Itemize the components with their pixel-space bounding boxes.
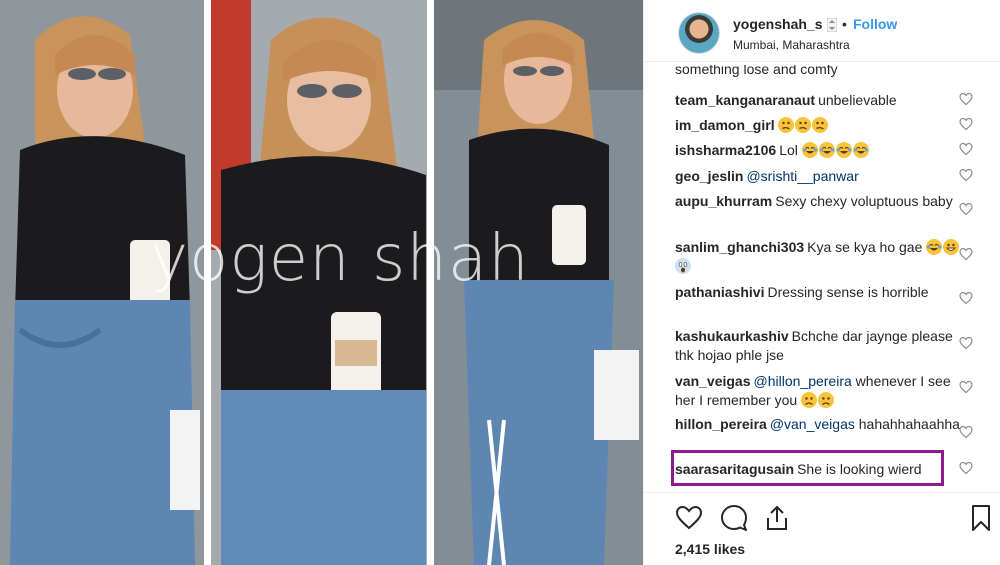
post-location[interactable]: Mumbai, Maharashtra bbox=[733, 38, 850, 52]
comment-like-heart-icon[interactable] bbox=[959, 425, 973, 439]
comment-item: sanlim_ghanchi303 Kya se kya ho gae bbox=[675, 238, 965, 276]
comment-item: van_veigas @hillon_pereira whenever I see… bbox=[675, 372, 965, 410]
comment-item: team_kanganaranaut unbelievable bbox=[675, 91, 965, 110]
comment-username[interactable]: van_veigas bbox=[675, 373, 751, 389]
comment-like-heart-icon[interactable] bbox=[959, 142, 973, 156]
emoji-joy-icon bbox=[801, 142, 818, 158]
comments-list[interactable]: something lose and comfy team_kanganaran… bbox=[644, 62, 1000, 492]
comment-text: Dressing sense is horrible bbox=[767, 284, 929, 300]
emoji-confused-icon bbox=[794, 117, 811, 133]
comment-username[interactable]: sanlim_ghanchi303 bbox=[675, 239, 804, 255]
heart-icon[interactable] bbox=[675, 504, 703, 532]
comment-item: hillon_pereira @van_veigas hahahhahaahha bbox=[675, 415, 965, 434]
emoji-joy-icon bbox=[852, 142, 869, 158]
comment-item: ishsharma2106 Lol bbox=[675, 141, 965, 160]
updown-icon bbox=[827, 18, 837, 32]
comment-username[interactable]: ishsharma2106 bbox=[675, 142, 776, 158]
comment-like-heart-icon[interactable] bbox=[959, 202, 973, 216]
comment-icon[interactable] bbox=[720, 504, 748, 532]
likes-count[interactable]: 2,415 likes bbox=[675, 541, 745, 557]
post-photo[interactable]: yogen shah bbox=[0, 0, 643, 565]
comment-username[interactable]: kashukaurkashiv bbox=[675, 328, 789, 344]
comment-item: im_damon_girl bbox=[675, 116, 965, 135]
comment-item: kashukaurkashiv Bchche dar jaynge please … bbox=[675, 327, 965, 365]
comment-username[interactable]: im_damon_girl bbox=[675, 117, 775, 133]
comment-like-heart-icon[interactable] bbox=[959, 247, 973, 261]
photo-watermark: yogen shah bbox=[150, 222, 530, 296]
comment-username[interactable]: hillon_pereira bbox=[675, 416, 767, 432]
emoji-confused-icon bbox=[777, 117, 794, 133]
comment-username[interactable]: pathaniashivi bbox=[675, 284, 764, 300]
follow-button[interactable]: Follow bbox=[853, 16, 897, 32]
emoji-frown-icon bbox=[818, 392, 835, 408]
comment-text: Sexy chexy voluptuous baby bbox=[775, 193, 953, 209]
comment-like-heart-icon[interactable] bbox=[959, 291, 973, 305]
comment-like-heart-icon[interactable] bbox=[959, 336, 973, 350]
comment-mention[interactable]: @hillon_pereira bbox=[754, 373, 852, 389]
share-icon[interactable] bbox=[763, 504, 791, 532]
comment-like-heart-icon[interactable] bbox=[959, 168, 973, 182]
emoji-grin-icon bbox=[943, 239, 960, 255]
emoji-joy-icon bbox=[835, 142, 852, 158]
emoji-frown-icon bbox=[801, 392, 818, 408]
comment-text: Lol bbox=[779, 142, 798, 158]
comment-item: pathaniashivi Dressing sense is horrible bbox=[675, 283, 965, 302]
comment-item: aupu_khurram Sexy chexy voluptuous baby bbox=[675, 192, 965, 211]
comment-text: unbelievable bbox=[818, 92, 897, 108]
comment-like-heart-icon[interactable] bbox=[959, 117, 973, 131]
comment-like-heart-icon[interactable] bbox=[959, 461, 973, 475]
comment-username[interactable]: geo_jeslin bbox=[675, 168, 743, 184]
post-sidebar: yogenshah_s • Follow Mumbai, Maharashtra… bbox=[643, 0, 1000, 565]
bookmark-icon[interactable] bbox=[967, 504, 995, 532]
emoji-joy-icon bbox=[818, 142, 835, 158]
truncated-comment: something lose and comfy bbox=[675, 62, 838, 77]
comment-mention[interactable]: @srishti__panwar bbox=[746, 168, 858, 184]
comment-text: Kya se kya ho gae bbox=[807, 239, 923, 255]
post-header: yogenshah_s • Follow Mumbai, Maharashtra bbox=[644, 0, 1000, 62]
comment-username[interactable]: team_kanganaranaut bbox=[675, 92, 815, 108]
avatar[interactable] bbox=[678, 12, 720, 54]
emoji-scared-icon bbox=[675, 258, 691, 274]
comment-username[interactable]: aupu_khurram bbox=[675, 193, 772, 209]
comment-highlight-box bbox=[671, 450, 944, 486]
emoji-joy-icon bbox=[926, 239, 943, 255]
post-username[interactable]: yogenshah_s bbox=[733, 16, 822, 32]
comment-mention[interactable]: @van_veigas bbox=[770, 416, 855, 432]
comment-like-heart-icon[interactable] bbox=[959, 92, 973, 106]
comment-like-heart-icon[interactable] bbox=[959, 380, 973, 394]
comment-text: hahahhahaahha bbox=[858, 416, 960, 432]
action-bar: 2,415 likes bbox=[644, 492, 1000, 565]
separator-dot: • bbox=[842, 16, 847, 32]
comment-item: geo_jeslin @srishti__panwar bbox=[675, 167, 965, 186]
emoji-confused-icon bbox=[811, 117, 828, 133]
